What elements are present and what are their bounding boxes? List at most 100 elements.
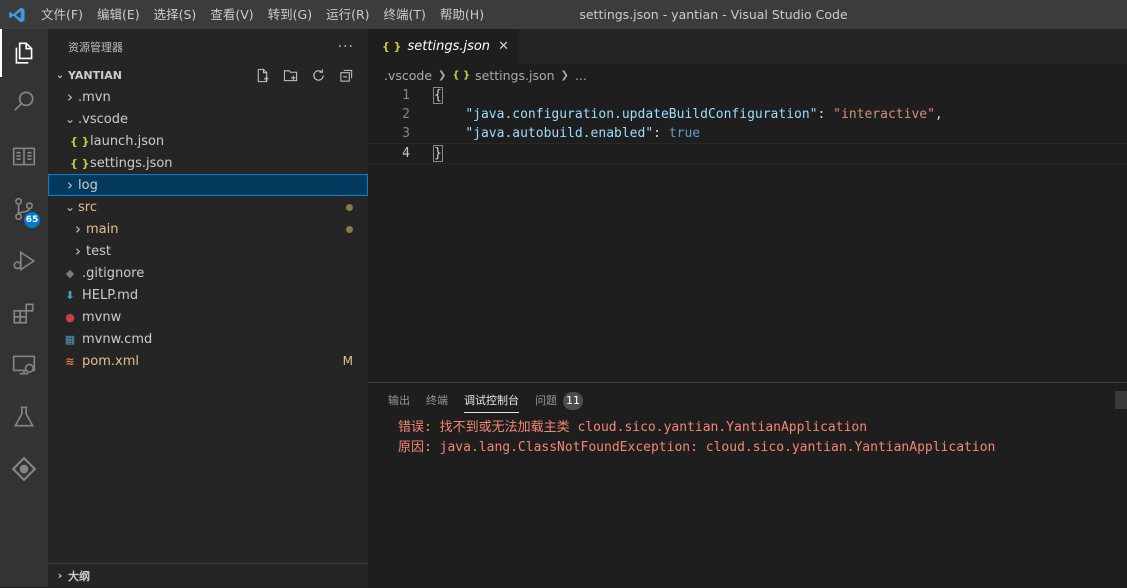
tab-terminal[interactable]: 终端 — [426, 383, 448, 418]
json-file-icon: { } — [382, 40, 402, 53]
vscode-logo-icon — [0, 0, 34, 29]
code-line: 1 { — [368, 86, 1127, 105]
tree-item-label: src — [78, 199, 97, 215]
menu-view[interactable]: 查看(V) — [203, 0, 260, 29]
more-actions-icon[interactable]: ··· — [338, 39, 354, 55]
breadcrumb-file[interactable]: settings.json — [475, 68, 554, 83]
rss-file-icon: ≋ — [65, 354, 75, 368]
menu-terminal[interactable]: 终端(T) — [377, 0, 433, 29]
menu-bar: 文件(F) 编辑(E) 选择(S) 查看(V) 转到(G) 运行(R) 终端(T… — [34, 0, 491, 29]
breadcrumb-symbol[interactable]: ... — [575, 68, 587, 83]
breadcrumb-folder[interactable]: .vscode — [384, 68, 432, 83]
menu-file[interactable]: 文件(F) — [34, 0, 90, 29]
tree-item-mvnw-cmd[interactable]: ▦ mvnw.cmd — [48, 328, 368, 350]
tab-label: settings.json — [407, 39, 491, 54]
tree-item-gitignore[interactable]: ◆ .gitignore — [48, 262, 368, 284]
collapse-all-icon[interactable] — [332, 68, 360, 83]
chevron-right-icon: › — [57, 569, 63, 582]
line-number: 2 — [402, 107, 410, 122]
code-editor[interactable]: 1 { 2 "java.configuration.updateBuildCon… — [368, 86, 1127, 164]
windows-file-icon: ▦ — [64, 332, 76, 346]
tree-item-test[interactable]: › test — [48, 240, 368, 262]
line-number: 3 — [402, 126, 410, 141]
panel-tabs: 输出 终端 调试控制台 问题 11 — [368, 383, 1127, 418]
tree-item-label: test — [86, 243, 111, 259]
code-line: 2 "java.configuration.updateBuildConfigu… — [368, 105, 1127, 124]
chevron-down-icon: ⌄ — [64, 112, 76, 126]
console-line: 原因: java.lang.ClassNotFoundException: cl… — [398, 440, 996, 455]
tree-item-src[interactable]: ⌄ src — [48, 196, 368, 218]
menu-help[interactable]: 帮助(H) — [433, 0, 491, 29]
testing-icon[interactable] — [0, 393, 48, 441]
modified-dot-icon — [346, 222, 353, 236]
refresh-icon[interactable] — [304, 68, 332, 83]
remote-explorer-icon[interactable] — [0, 341, 48, 389]
tab-debug-console[interactable]: 调试控制台 — [464, 383, 519, 418]
new-folder-icon[interactable] — [276, 68, 304, 83]
chevron-right-icon: › — [67, 88, 73, 106]
json-file-icon: { } — [452, 69, 471, 81]
chevron-right-icon: › — [67, 176, 73, 194]
json-file-icon: { } — [70, 134, 90, 148]
explorer-title: 资源管理器 — [68, 40, 123, 54]
search-icon[interactable] — [0, 77, 48, 125]
json-key: "java.autobuild.enabled" — [465, 126, 654, 141]
close-icon[interactable]: ✕ — [498, 39, 509, 54]
extensions-icon[interactable] — [0, 289, 48, 337]
files-icon[interactable] — [0, 29, 48, 77]
chevron-right-icon: ❯ — [438, 69, 447, 81]
tree-item-log[interactable]: › log — [48, 174, 368, 196]
tree-item-label: mvnw.cmd — [82, 331, 153, 347]
bottom-panel: 输出 终端 调试控制台 问题 11 错误: 找不到或无法加载主类 cloud.s… — [368, 382, 1127, 588]
activity-bar: 65 — [0, 29, 48, 587]
chevron-right-icon: › — [75, 220, 81, 238]
workspace-section[interactable]: ⌄ YANTIAN — [48, 64, 368, 86]
tab-problems-label: 问题 — [535, 394, 557, 407]
tree-item-label: pom.xml — [82, 353, 139, 369]
tab-output[interactable]: 输出 — [388, 383, 410, 418]
gitlens-icon[interactable] — [0, 445, 48, 493]
new-file-icon[interactable] — [248, 68, 276, 83]
menu-selection[interactable]: 选择(S) — [147, 0, 204, 29]
code-line-current: 4 } — [368, 143, 1127, 164]
json-key: "java.configuration.updateBuildConfigura… — [465, 107, 818, 122]
tab-problems[interactable]: 问题 11 — [535, 383, 583, 418]
tree-item-label: launch.json — [90, 133, 165, 149]
git-status-badge: M — [342, 354, 353, 368]
panel-scrollbar[interactable] — [1115, 391, 1127, 409]
menu-go[interactable]: 转到(G) — [261, 0, 319, 29]
chevron-right-icon: ❯ — [560, 69, 569, 81]
brace-close: } — [433, 145, 443, 162]
json-file-icon: { } — [70, 156, 90, 170]
line-number: 4 — [402, 146, 410, 161]
line-number: 1 — [402, 88, 410, 103]
tree-item-label: settings.json — [90, 155, 173, 171]
tree-item-vscode[interactable]: ⌄ .vscode — [48, 108, 368, 130]
modified-dot-icon — [346, 200, 353, 214]
brace-open: { — [433, 87, 443, 104]
chevron-down-icon: ⌄ — [64, 200, 76, 214]
run-debug-icon[interactable] — [0, 237, 48, 285]
chevron-down-icon: ⌄ — [55, 69, 65, 81]
menu-edit[interactable]: 编辑(E) — [90, 0, 147, 29]
json-value: "interactive" — [833, 107, 935, 122]
maven-file-icon: ● — [65, 310, 75, 324]
tree-item-pom-xml[interactable]: ≋ pom.xml M — [48, 350, 368, 372]
tree-item-main[interactable]: › main — [48, 218, 368, 240]
outline-section[interactable]: › 大纲 — [48, 563, 368, 587]
tree-item-label: log — [78, 177, 98, 193]
menu-run[interactable]: 运行(R) — [319, 0, 376, 29]
tree-item-settings-json[interactable]: { } settings.json — [48, 152, 368, 174]
title-bar: 文件(F) 编辑(E) 选择(S) 查看(V) 转到(G) 运行(R) 终端(T… — [0, 0, 1127, 29]
tree-item-label: .mvn — [78, 89, 111, 105]
tree-item-help-md[interactable]: ⬇ HELP.md — [48, 284, 368, 306]
explorer-sidebar: 资源管理器 ··· ⌄ YANTIAN › .mvn ⌄ .vscode{ } laun… — [48, 29, 368, 587]
tab-settings-json[interactable]: { } settings.json ✕ — [368, 29, 519, 64]
source-control-icon[interactable]: 65 — [0, 185, 48, 233]
tree-item-launch-json[interactable]: { } launch.json — [48, 130, 368, 152]
book-icon[interactable] — [0, 133, 48, 181]
tree-item-mvn[interactable]: › .mvn — [48, 86, 368, 108]
tree-item-label: HELP.md — [82, 287, 139, 303]
explorer-header: 资源管理器 ··· — [48, 29, 368, 64]
tree-item-mvnw[interactable]: ● mvnw — [48, 306, 368, 328]
